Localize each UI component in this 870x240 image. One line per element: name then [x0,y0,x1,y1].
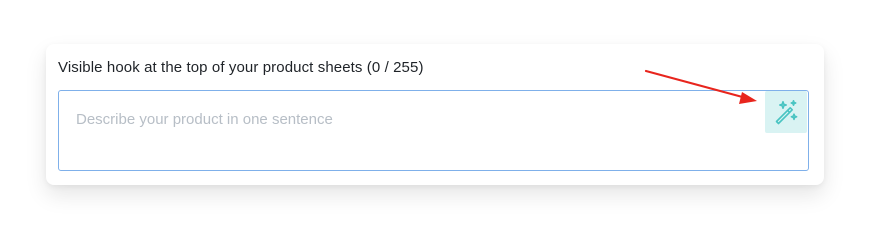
hook-field-container [58,90,809,171]
magic-wand-icon [775,100,798,125]
page: Visible hook at the top of your product … [0,0,870,231]
hook-field-label: Visible hook at the top of your product … [58,59,424,76]
ai-generate-button[interactable] [765,91,807,133]
hook-textarea[interactable] [59,91,759,170]
